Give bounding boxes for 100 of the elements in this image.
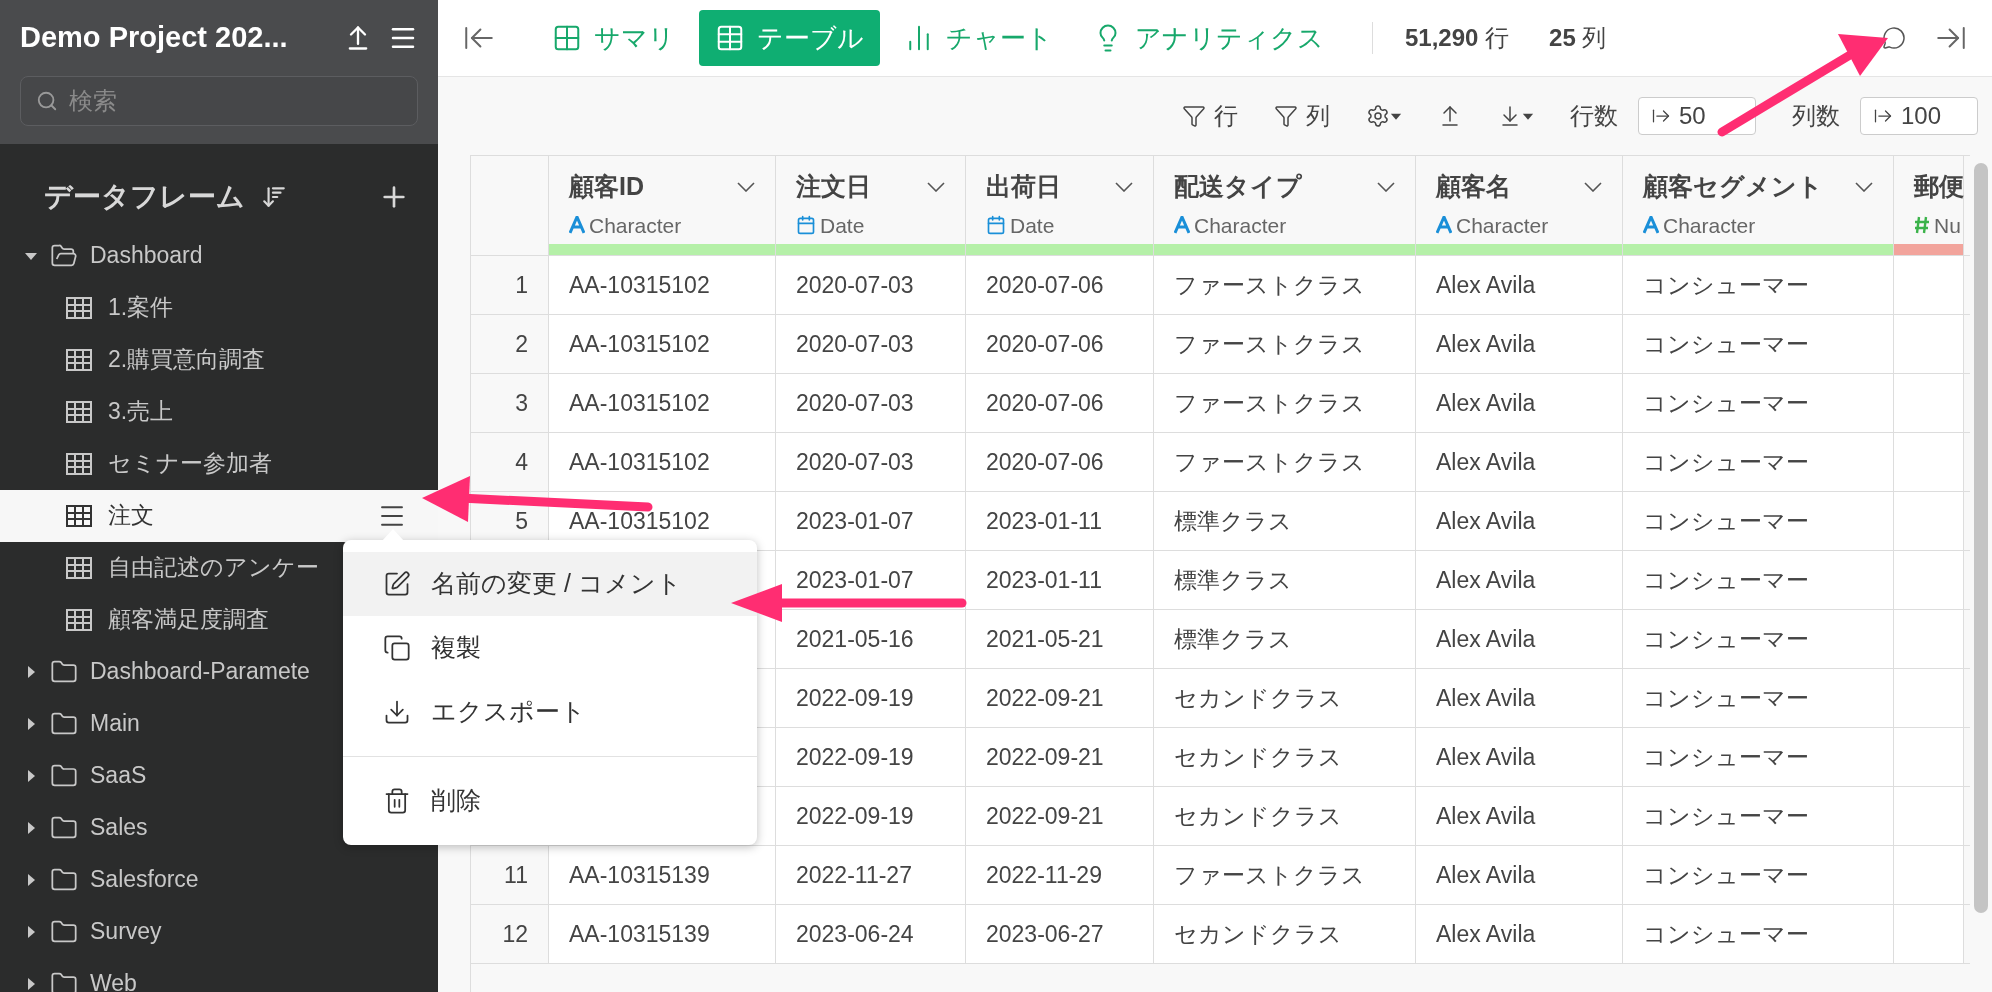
table-cell: 標準クラス [1154, 551, 1416, 609]
column-type: Date [820, 212, 865, 239]
copy-icon [383, 634, 411, 662]
table-cell: 2022-09-21 [966, 728, 1154, 786]
table-cell: Alex Avila [1416, 256, 1623, 314]
table-cell: コンシューマー [1623, 433, 1894, 491]
caret-down-icon [1522, 112, 1534, 120]
table-cell: 2022-09-19 [776, 669, 966, 727]
table-cell: Alex Avila [1416, 492, 1623, 550]
table-cell: 2023-06-24 [776, 905, 966, 963]
table-cell: Alex Avila [1416, 728, 1623, 786]
trash-icon [383, 787, 411, 815]
table-cell: Alex Avila [1416, 610, 1623, 668]
table-cell: 標準クラス [1154, 492, 1416, 550]
chevron-down-icon[interactable] [927, 181, 945, 192]
table-cell: AA-10315102 [549, 433, 776, 491]
download-icon [383, 698, 411, 726]
table-cell: コンシューマー [1623, 669, 1894, 727]
column-header[interactable]: 顧客セグメント Character [1623, 156, 1894, 255]
column-type: Character [1663, 212, 1756, 239]
column-type: Character [1194, 212, 1287, 239]
menu-item[interactable]: 名前の変更 / コメント [343, 552, 757, 616]
menu-item[interactable]: 複製 [343, 616, 757, 680]
columns-input[interactable]: 100 [1860, 97, 1978, 135]
chevron-down-icon[interactable] [1115, 181, 1133, 192]
table-cell: 2023-01-11 [966, 492, 1154, 550]
comment-icon[interactable] [1882, 26, 1906, 50]
column-header[interactable]: 配送タイプ Character [1154, 156, 1416, 255]
table-cell: Alex Avila [1416, 905, 1623, 963]
dataframe-item[interactable]: 注文 [0, 489, 438, 542]
project-title: Demo Project 202... [20, 20, 289, 55]
folder-item[interactable]: Salesforce [0, 853, 438, 906]
column-header[interactable]: 注文日 Date [776, 156, 966, 255]
table-cell: 2021-05-21 [966, 610, 1154, 668]
dataframe-item[interactable]: 2.購買意向調査 [0, 333, 438, 386]
table-cell: Alex Avila [1416, 433, 1623, 491]
table-cell: 2020-07-03 [776, 374, 966, 432]
column-filter-button[interactable]: 列 [1274, 98, 1330, 134]
grid-icon [552, 23, 582, 53]
table-icon [715, 23, 745, 53]
table-cell: セカンドクラス [1154, 669, 1416, 727]
table-cell: 2020-07-06 [966, 433, 1154, 491]
table-cell: 2023-01-11 [966, 551, 1154, 609]
section-title: データフレーム [44, 179, 245, 214]
chevron-down-icon[interactable] [1584, 181, 1602, 192]
rows-input[interactable]: 50 [1638, 97, 1756, 135]
column-header[interactable]: 郵便 Nu [1894, 156, 1964, 255]
table-cell: 2020-07-06 [966, 374, 1154, 432]
folder-item[interactable]: Web [0, 957, 438, 992]
table-cell: Alex Avila [1416, 669, 1623, 727]
chevron-down-icon[interactable] [737, 181, 755, 192]
folder-item[interactable]: Survey [0, 905, 438, 958]
menu-item[interactable]: 削除 [343, 769, 757, 833]
search-field[interactable]: 検索 [20, 75, 418, 126]
table-cell: ファーストクラス [1154, 256, 1416, 314]
table-cell: コンシューマー [1623, 787, 1894, 845]
calendar-icon [986, 215, 1006, 236]
table-cell: 2022-09-21 [966, 669, 1154, 727]
dataframe-item[interactable]: 3.売上 [0, 385, 438, 438]
table-cell: Alex Avila [1416, 846, 1623, 904]
table-cell: 2023-06-27 [966, 905, 1154, 963]
table-cell: AA-10315102 [549, 374, 776, 432]
column-header[interactable]: 出荷日 Date [966, 156, 1154, 255]
table-cell: 2022-09-19 [776, 787, 966, 845]
count-label: 51,290 行 [1405, 23, 1510, 53]
dataframe-item[interactable]: セミナー参加者 [0, 437, 438, 490]
table-icon [66, 348, 92, 371]
chevron-down-icon[interactable] [1377, 181, 1395, 192]
table-cell: ファーストクラス [1154, 433, 1416, 491]
filter-icon [1274, 104, 1298, 128]
table-cell: AA-10315139 [549, 905, 776, 963]
count-label: 25 列 [1549, 23, 1607, 53]
table-cell: 2020-07-03 [776, 433, 966, 491]
table-cell: ファーストクラス [1154, 374, 1416, 432]
table-cell: コンシューマー [1623, 374, 1894, 432]
column-type: Character [1456, 212, 1549, 239]
table-cell: 標準クラス [1154, 610, 1416, 668]
character-type-icon [1174, 216, 1190, 235]
table-cell: ファーストクラス [1154, 315, 1416, 373]
dataframe-item[interactable]: 1.案件 [0, 281, 438, 334]
column-header[interactable]: 顧客ID Character [549, 156, 776, 255]
row-filter-button[interactable]: 行 [1182, 98, 1238, 134]
menu-item[interactable]: エクスポート [343, 680, 757, 744]
column-header[interactable]: 顧客名 Character [1416, 156, 1623, 255]
table-icon [66, 504, 92, 527]
search-icon [36, 89, 58, 112]
table-icon [66, 296, 92, 319]
chevron-down-icon[interactable] [1855, 181, 1873, 192]
settings-button[interactable] [1366, 104, 1402, 128]
table-cell: 2020-07-03 [776, 256, 966, 314]
table-cell: コンシューマー [1623, 610, 1894, 668]
table-cell: AA-10315102 [549, 256, 776, 314]
caret-down-icon [1390, 112, 1402, 120]
scrollbar-thumb[interactable] [1974, 163, 1988, 913]
table-cell: コンシューマー [1623, 846, 1894, 904]
table-cell: コンシューマー [1623, 315, 1894, 373]
table-cell: 2023-01-07 [776, 492, 966, 550]
table-cell: 2021-05-16 [776, 610, 966, 668]
column-type: Nu [1934, 212, 1961, 239]
folder-item[interactable]: Dashboard [0, 229, 438, 282]
